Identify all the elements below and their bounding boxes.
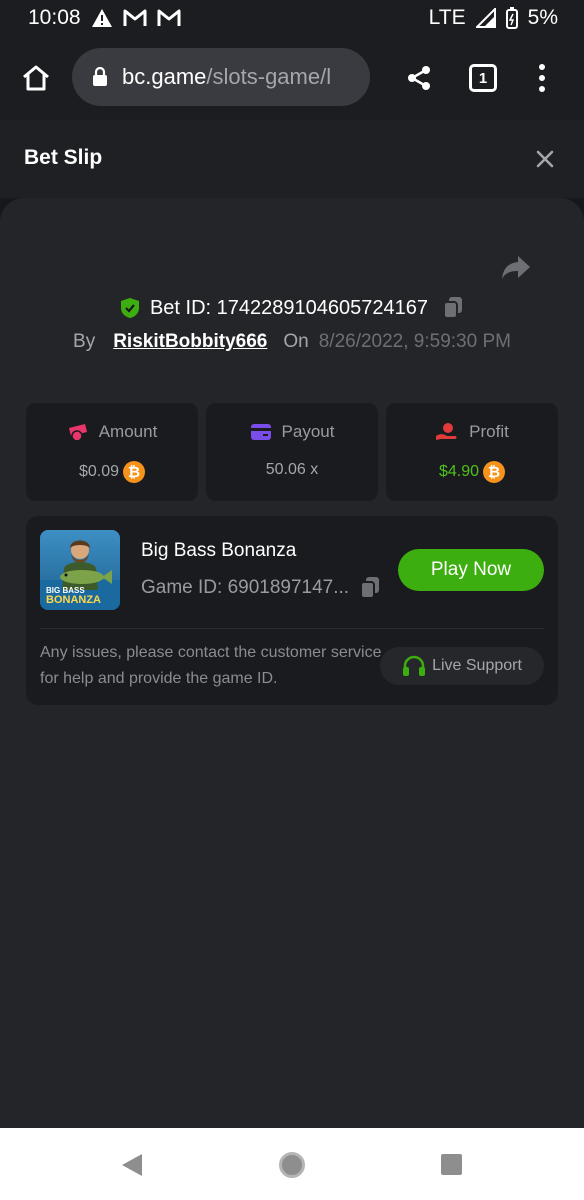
play-now-button[interactable]: Play Now xyxy=(398,549,544,591)
amount-value: $0.09 xyxy=(78,463,120,480)
copy-icon[interactable] xyxy=(359,576,381,600)
status-right: LTE 5% xyxy=(429,6,558,30)
status-left: 10:08 xyxy=(28,6,181,30)
gmail-icon xyxy=(123,9,147,26)
battery-icon xyxy=(505,7,518,29)
gmail-icon xyxy=(157,9,181,26)
game-title: Big Bass Bonanza xyxy=(141,540,297,561)
amount-icon xyxy=(68,424,87,442)
live-support-button[interactable]: Live Support xyxy=(380,647,544,685)
profit-card: Profit $4.90 ₿ xyxy=(386,403,558,501)
live-support-label: Live Support xyxy=(432,657,522,674)
bet-id-value: 1742289104605724167 xyxy=(216,296,429,319)
battery-percent: 5% xyxy=(527,6,558,29)
copy-icon[interactable] xyxy=(442,296,464,320)
payout-value-row: 50.06 x xyxy=(206,461,378,479)
amount-label-row: Amount xyxy=(26,422,198,442)
profit-label-row: Profit xyxy=(386,422,558,442)
url-text: bc.game/slots-game/l xyxy=(122,64,331,90)
amount-label: Amount xyxy=(98,422,158,441)
tabs-button[interactable]: 1 xyxy=(469,64,497,92)
bet-id-row: Bet ID: 1742289104605724167 xyxy=(0,294,584,322)
url-bar[interactable]: bc.game/slots-game/l xyxy=(72,48,370,106)
bet-slip-title: Bet Slip xyxy=(24,146,103,169)
profit-value: $4.90 xyxy=(438,463,480,480)
share-button[interactable] xyxy=(402,60,436,96)
signal-icon xyxy=(475,8,496,28)
status-bar: 10:08 LTE 5% xyxy=(0,0,584,36)
game-card: BIG BASS BONANZA Big Bass Bonanza Game I… xyxy=(26,516,558,705)
bet-slip-header: Bet Slip xyxy=(0,120,584,198)
back-icon[interactable] xyxy=(120,1152,144,1178)
headset-icon xyxy=(403,655,426,676)
home-button[interactable] xyxy=(18,60,54,96)
shield-check-icon xyxy=(120,298,139,318)
game-thumbnail[interactable]: BIG BASS BONANZA xyxy=(40,530,120,610)
btc-icon: ₿ xyxy=(123,461,146,483)
game-id-row: Game ID: 6901897147... xyxy=(141,576,381,600)
by-label: By xyxy=(73,331,96,352)
payout-label-row: Payout xyxy=(206,422,378,442)
on-label: On xyxy=(283,331,309,352)
divider xyxy=(40,628,544,629)
url-path: /slots-game/l xyxy=(206,64,332,89)
bet-date: 8/26/2022, 9:59:30 PM xyxy=(318,331,511,352)
system-nav-bar xyxy=(0,1128,584,1200)
overflow-menu-button[interactable] xyxy=(532,60,552,96)
network-label: LTE xyxy=(428,6,466,29)
url-host: bc.game xyxy=(122,64,207,89)
share-icon xyxy=(408,66,430,90)
bet-id-text: Bet ID: 1742289104605724167 xyxy=(150,297,428,320)
profit-value-row: $4.90 ₿ xyxy=(386,461,558,483)
forward-share-icon[interactable] xyxy=(500,254,532,282)
profit-hand-icon xyxy=(436,423,457,440)
browser-toolbar: bc.game/slots-game/l 1 xyxy=(0,36,584,120)
payout-value: 50.06 x xyxy=(265,461,319,478)
bet-id-label: Bet ID: xyxy=(149,296,212,319)
amount-card: Amount $0.09 ₿ xyxy=(26,403,198,501)
bet-author-row: By RiskitBobbity666 On 8/26/2022, 9:59:3… xyxy=(0,328,584,356)
recents-icon[interactable] xyxy=(441,1154,462,1175)
profit-label: Profit xyxy=(469,422,509,441)
home-icon xyxy=(23,65,49,91)
status-time: 10:08 xyxy=(28,6,81,29)
close-icon[interactable] xyxy=(533,147,557,171)
btc-icon: ₿ xyxy=(483,461,506,483)
payout-card: Payout 50.06 x xyxy=(206,403,378,501)
payout-card-icon xyxy=(250,424,271,440)
lock-icon xyxy=(93,67,107,86)
username-link[interactable]: RiskitBobbity666 xyxy=(113,331,267,353)
amount-value-row: $0.09 ₿ xyxy=(26,461,198,483)
warning-icon xyxy=(91,9,112,27)
support-info-text: Any issues, please contact the customer … xyxy=(40,644,382,687)
home-nav-icon[interactable] xyxy=(279,1152,305,1178)
payout-label: Payout xyxy=(281,422,335,441)
game-id-text: Game ID: 6901897147... xyxy=(141,577,350,598)
thumb-title-line2: BONANZA xyxy=(46,594,101,606)
